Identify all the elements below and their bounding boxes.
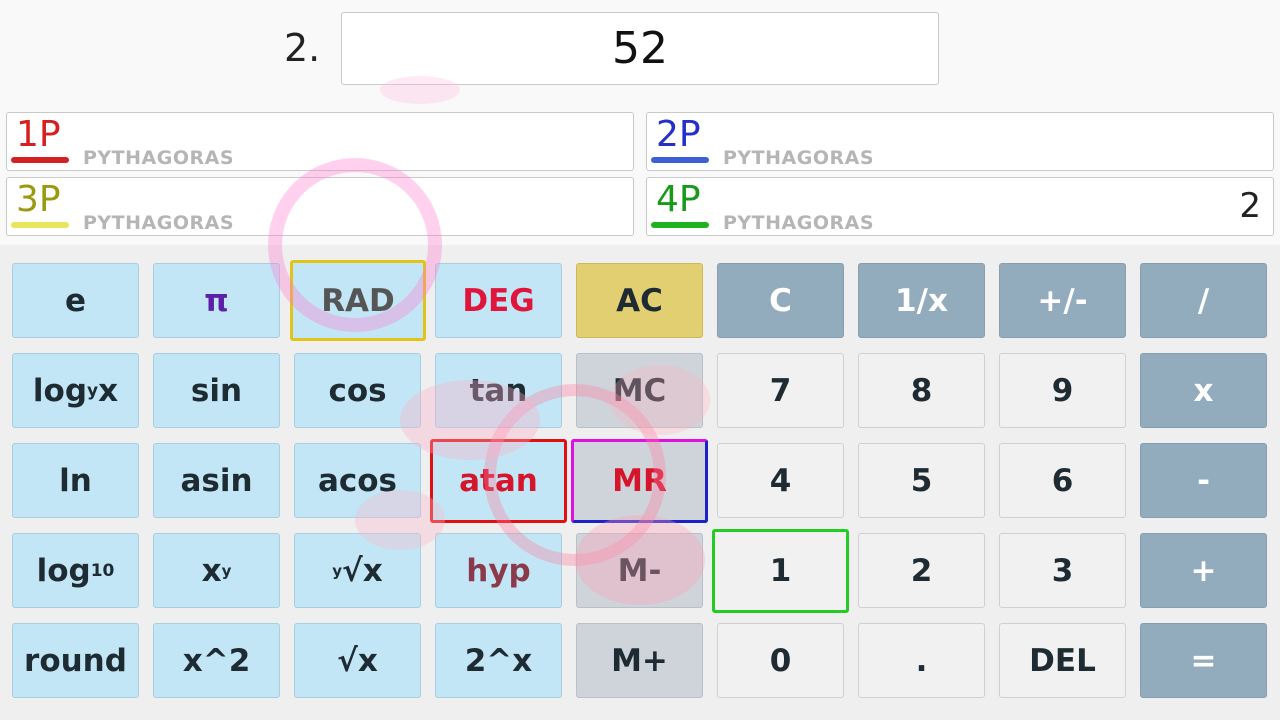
key-asin[interactable]: asin [153,443,280,518]
answer-display: 52 [341,12,939,85]
key-9[interactable]: 9 [999,353,1126,428]
key-5[interactable]: 5 [858,443,985,518]
player-3-mode: PYTHAGORAS [83,212,235,234]
key-mc[interactable]: MC [576,353,703,428]
player-1-panel: 1P PYTHAGORAS [6,112,634,171]
key-add[interactable]: + [1140,533,1267,608]
key-c[interactable]: C [717,263,844,338]
player-2-mode: PYTHAGORAS [723,147,875,169]
keypad: e π RAD DEG AC C 1/x +/- / log y x sin cos… [0,245,1280,720]
key-square[interactable]: x^2 [153,623,280,698]
player-3-bar [11,222,69,228]
player-1-label: 1P [16,114,61,155]
key-power[interactable]: xy [153,533,280,608]
question-area: 2. 52 1P PYTHAGORAS 2P PYTHAGORAS 3P PYT… [0,0,1280,245]
key-4[interactable]: 4 [717,443,844,518]
key-mr[interactable]: MR [571,439,708,523]
key-8[interactable]: 8 [858,353,985,428]
key-ln[interactable]: ln [12,443,139,518]
player-4-label: 4P [656,179,701,220]
key-2[interactable]: 2 [858,533,985,608]
player-2-panel: 2P PYTHAGORAS [646,112,1274,171]
key-del[interactable]: DEL [999,623,1126,698]
key-pi[interactable]: π [153,263,280,338]
key-6[interactable]: 6 [999,443,1126,518]
key-1[interactable]: 1 [712,529,849,613]
key-nth-root[interactable]: y √x [294,533,421,608]
key-multiply[interactable]: x [1140,353,1267,428]
key-subtract[interactable]: - [1140,443,1267,518]
key-hyp[interactable]: hyp [435,533,562,608]
key-atan[interactable]: atan [430,439,567,523]
key-divide[interactable]: / [1140,263,1267,338]
question-number: 2. [284,26,321,70]
key-m-minus[interactable]: M- [576,533,703,608]
player-2-bar [651,157,709,163]
key-sqrt[interactable]: √x [294,623,421,698]
player-4-score: 2 [1239,186,1261,226]
player-4-mode: PYTHAGORAS [723,212,875,234]
key-log-y[interactable]: log y x [12,353,139,428]
key-7[interactable]: 7 [717,353,844,428]
key-sign[interactable]: +/- [999,263,1126,338]
player-4-panel: 4P PYTHAGORAS 2 [646,177,1274,236]
key-ac[interactable]: AC [576,263,703,338]
player-2-label: 2P [656,114,701,155]
key-sin[interactable]: sin [153,353,280,428]
key-m-plus[interactable]: M+ [576,623,703,698]
key-deg[interactable]: DEG [435,263,562,338]
key-round[interactable]: round [12,623,139,698]
key-rad[interactable]: RAD [290,260,426,341]
player-3-label: 3P [16,179,61,220]
player-3-panel: 3P PYTHAGORAS [6,177,634,236]
player-1-bar [11,157,69,163]
key-e[interactable]: e [12,263,139,338]
key-3[interactable]: 3 [999,533,1126,608]
key-equals[interactable]: = [1140,623,1267,698]
player-4-bar [651,222,709,228]
key-log10[interactable]: log 10 [12,533,139,608]
key-cos[interactable]: cos [294,353,421,428]
key-decimal[interactable]: . [858,623,985,698]
player-1-mode: PYTHAGORAS [83,147,235,169]
key-acos[interactable]: acos [294,443,421,518]
key-pow2[interactable]: 2^x [435,623,562,698]
key-0[interactable]: 0 [717,623,844,698]
key-tan[interactable]: tan [435,353,562,428]
key-reciprocal[interactable]: 1/x [858,263,985,338]
